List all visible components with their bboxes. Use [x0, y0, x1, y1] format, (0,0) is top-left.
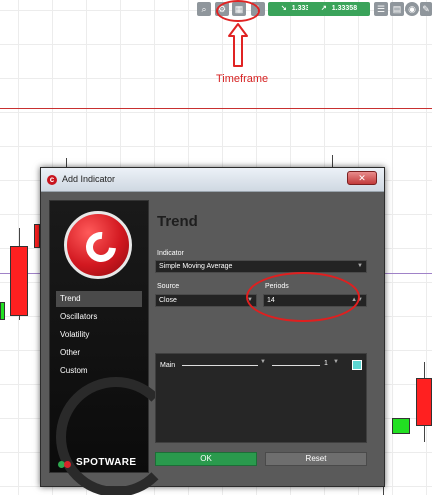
chevron-down-icon: ▼ — [357, 263, 363, 269]
list-icon[interactable]: ☰ — [374, 2, 388, 16]
periods-annotation-circle — [246, 272, 360, 322]
annotation-circle — [216, 0, 260, 22]
arrow-up-icon: ↗ — [320, 5, 327, 12]
spotware-brand: SPOTWARE — [76, 457, 137, 468]
spotware-logo-icon — [58, 459, 72, 469]
sidebar-item-oscillators[interactable]: Oscillators — [56, 309, 142, 325]
indicator-select[interactable]: Simple Moving Average ▼ — [155, 260, 367, 273]
source-label: Source — [157, 283, 180, 290]
indicator-select-value: Simple Moving Average — [159, 263, 233, 270]
add-indicator-dialog: c Add Indicator ✕ Trend Oscillators Vola… — [40, 167, 385, 495]
close-button[interactable]: ✕ — [347, 171, 377, 185]
indicator-label: Indicator — [157, 250, 184, 257]
source-select-value: Close — [159, 297, 177, 304]
buy-price-button[interactable]: ↗ 1.33358 — [308, 2, 370, 16]
ask-price: 1.33358 — [331, 5, 358, 12]
draw-icon[interactable]: ✎ — [420, 2, 432, 16]
indicator-category-sidebar: Trend Oscillators Volatility Other Custo… — [49, 200, 176, 495]
zoom-icon[interactable]: ⌕ — [197, 2, 211, 16]
price-line-red — [0, 108, 432, 109]
ctrader-logo-icon: c — [47, 175, 57, 185]
ctrader-logo — [64, 211, 132, 279]
timeframe-annotation-label: Timeframe — [216, 73, 269, 85]
candle-wick — [332, 155, 333, 167]
chevron-down-icon[interactable]: ▼ — [260, 359, 266, 365]
sidebar-item-other[interactable]: Other — [56, 345, 142, 361]
chevron-down-icon[interactable]: ▼ — [333, 359, 339, 365]
line-thickness-select[interactable] — [272, 365, 320, 366]
arrow-down-icon: ↘ — [280, 5, 287, 12]
series-color-picker[interactable] — [352, 360, 362, 370]
candle-bullish — [0, 302, 5, 320]
circle-icon[interactable]: ◉ — [405, 2, 419, 16]
line-thickness-value: 1 — [324, 360, 328, 367]
dialog-titlebar[interactable]: c Add Indicator ✕ — [41, 168, 384, 192]
annotation-arrow-icon — [228, 23, 248, 67]
logo-c-icon — [79, 225, 123, 269]
sidebar-item-custom[interactable]: Custom — [56, 363, 142, 379]
output-series-panel: Main ▼ 1 ▼ — [155, 353, 367, 443]
panel-title: Trend — [157, 213, 198, 230]
candle-bearish — [10, 246, 28, 316]
candle-bearish — [416, 378, 432, 426]
source-select[interactable]: Close ▼ — [155, 294, 257, 307]
grid-icon[interactable]: ▤ — [390, 2, 404, 16]
ok-button[interactable]: OK — [155, 452, 257, 466]
dialog-title: Add Indicator — [62, 174, 116, 184]
sidebar-item-volatility[interactable]: Volatility — [56, 327, 142, 343]
sidebar-item-trend[interactable]: Trend — [56, 291, 142, 307]
reset-button[interactable]: Reset — [265, 452, 367, 466]
series-name: Main — [160, 362, 176, 369]
candle-bullish — [392, 418, 410, 434]
line-style-select[interactable] — [182, 365, 258, 366]
